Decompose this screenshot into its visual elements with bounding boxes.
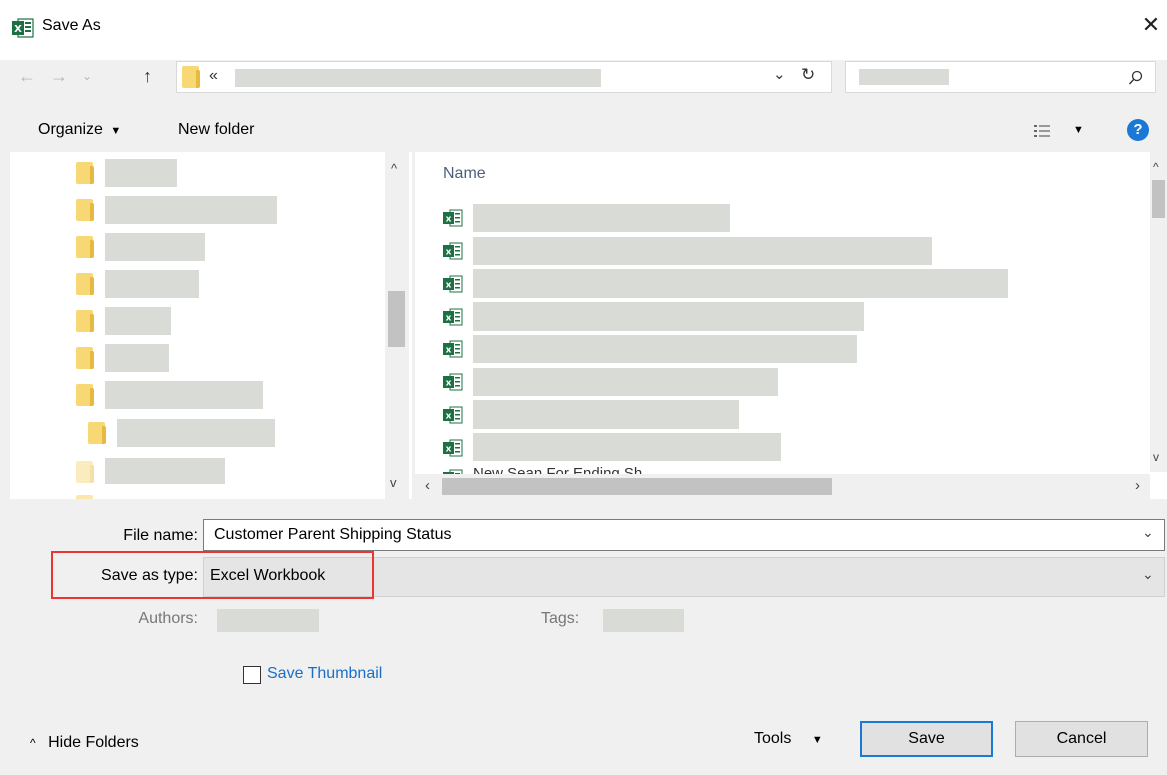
excel-file-icon — [443, 439, 463, 457]
excel-file-icon — [443, 373, 463, 391]
folder-icon — [76, 384, 94, 406]
file-item[interactable] — [473, 335, 857, 363]
view-details-icon[interactable] — [1033, 123, 1051, 139]
scroll-left-icon[interactable]: ‹ — [425, 477, 430, 494]
nav-pane-scrollbar[interactable]: ^ v — [385, 152, 409, 499]
new-folder-button[interactable]: New folder — [178, 121, 254, 139]
back-arrow-icon[interactable]: ← — [18, 66, 36, 86]
file-item[interactable] — [473, 302, 864, 331]
file-name-label: File name: — [123, 527, 198, 544]
folder-icon — [76, 347, 94, 369]
address-bar[interactable]: « ⌄ ↻ — [176, 61, 832, 93]
file-item[interactable] — [473, 400, 739, 429]
save-button[interactable]: Save — [860, 721, 993, 757]
folder-icon — [76, 199, 94, 221]
tags-label: Tags: — [541, 610, 580, 627]
organize-label: Organize — [38, 121, 103, 138]
folder-icon — [76, 162, 94, 184]
folder-icon — [88, 422, 106, 444]
folder-icon — [76, 273, 94, 295]
folder-icon — [76, 310, 94, 332]
scroll-up-icon[interactable]: ^ — [1153, 160, 1159, 174]
file-list-pane[interactable]: Name x New Sean For Ending Sh... — [415, 152, 1167, 499]
horizontal-scrollbar[interactable]: ‹ › — [415, 474, 1150, 499]
excel-file-icon — [443, 406, 463, 424]
navigation-pane[interactable] — [10, 152, 412, 499]
toolbar: Organize ▼ New folder ▼ ? — [0, 110, 1167, 152]
file-item[interactable] — [473, 204, 730, 232]
folder-icon — [182, 66, 200, 88]
breadcrumb-overflow[interactable]: « — [209, 67, 218, 85]
scroll-up-icon[interactable]: ^ — [391, 161, 397, 176]
name-column-header[interactable]: Name — [443, 165, 486, 183]
file-item[interactable] — [473, 237, 932, 265]
organize-menu[interactable]: Organize ▼ — [38, 121, 121, 139]
excel-file-icon — [443, 242, 463, 260]
up-arrow-icon[interactable]: ↑ — [143, 66, 152, 86]
window-title: Save As — [42, 17, 101, 34]
nav-folder-item[interactable] — [105, 270, 199, 298]
nav-folder-item[interactable] — [105, 196, 277, 224]
search-input[interactable] — [845, 61, 1156, 93]
nav-folder-item[interactable] — [117, 419, 275, 447]
cancel-button[interactable]: Cancel — [1015, 721, 1148, 757]
nav-folder-item[interactable] — [105, 344, 169, 372]
file-item[interactable] — [473, 269, 1008, 298]
recent-locations-chevron-icon[interactable]: ⌄ — [82, 66, 92, 86]
file-item[interactable] — [473, 433, 781, 461]
svg-text:X: X — [14, 24, 22, 35]
chevron-down-icon[interactable]: ⌄ — [1142, 524, 1154, 541]
excel-file-icon — [443, 275, 463, 293]
chevron-down-icon[interactable]: ⌄ — [1142, 566, 1154, 583]
folder-icon — [76, 236, 94, 258]
scroll-thumb[interactable] — [442, 478, 832, 495]
excel-file-icon — [443, 308, 463, 326]
view-options-caret-icon[interactable]: ▼ — [1073, 124, 1084, 136]
chevron-up-icon: ^ — [30, 736, 36, 750]
address-dropdown-icon[interactable]: ⌄ — [773, 65, 786, 83]
save-thumbnail-label[interactable]: Save Thumbnail — [267, 665, 382, 683]
excel-file-icon — [443, 209, 463, 227]
search-placeholder — [859, 69, 949, 85]
nav-folder-item[interactable] — [105, 233, 205, 261]
close-icon[interactable]: ✕ — [1140, 12, 1162, 38]
search-icon[interactable] — [1128, 70, 1144, 86]
tags-value[interactable] — [603, 609, 684, 632]
file-name-value[interactable]: Customer Parent Shipping Status — [214, 526, 451, 544]
divider — [0, 499, 1167, 509]
authors-label: Authors: — [138, 610, 198, 627]
file-name-field[interactable]: Customer Parent Shipping Status ⌄ — [203, 519, 1165, 551]
hide-folders-button[interactable]: ^ Hide Folders — [30, 734, 139, 752]
nav-folder-item[interactable] — [105, 381, 263, 409]
caret-down-icon: ▼ — [110, 125, 122, 137]
save-thumbnail-checkbox[interactable] — [243, 666, 261, 684]
hide-folders-label: Hide Folders — [48, 734, 139, 751]
nav-folder-item[interactable] — [105, 307, 171, 335]
file-list-scrollbar[interactable]: ^ v — [1150, 152, 1167, 472]
caret-down-icon: ▼ — [811, 734, 823, 746]
forward-arrow-icon[interactable]: → — [50, 66, 68, 86]
excel-icon: X — [12, 18, 34, 38]
folder-icon — [76, 461, 94, 483]
refresh-icon[interactable]: ↻ — [801, 65, 815, 85]
scroll-thumb[interactable] — [388, 291, 405, 347]
title-bar: X Save As ✕ — [0, 0, 1167, 60]
scroll-thumb[interactable] — [1152, 180, 1165, 218]
excel-file-icon — [443, 340, 463, 358]
help-icon[interactable]: ? — [1127, 119, 1149, 141]
scroll-down-icon[interactable]: v — [1153, 450, 1159, 464]
authors-value[interactable] — [217, 609, 319, 632]
tools-label: Tools — [754, 730, 792, 747]
file-item[interactable] — [473, 368, 778, 396]
scroll-down-icon[interactable]: v — [390, 475, 397, 490]
scroll-right-icon[interactable]: › — [1135, 477, 1140, 494]
breadcrumb-path[interactable] — [235, 69, 601, 87]
tools-menu[interactable]: Tools ▼ — [754, 730, 823, 748]
nav-folder-item[interactable] — [105, 458, 225, 484]
highlight-box — [51, 551, 374, 599]
nav-folder-item[interactable] — [105, 159, 177, 187]
